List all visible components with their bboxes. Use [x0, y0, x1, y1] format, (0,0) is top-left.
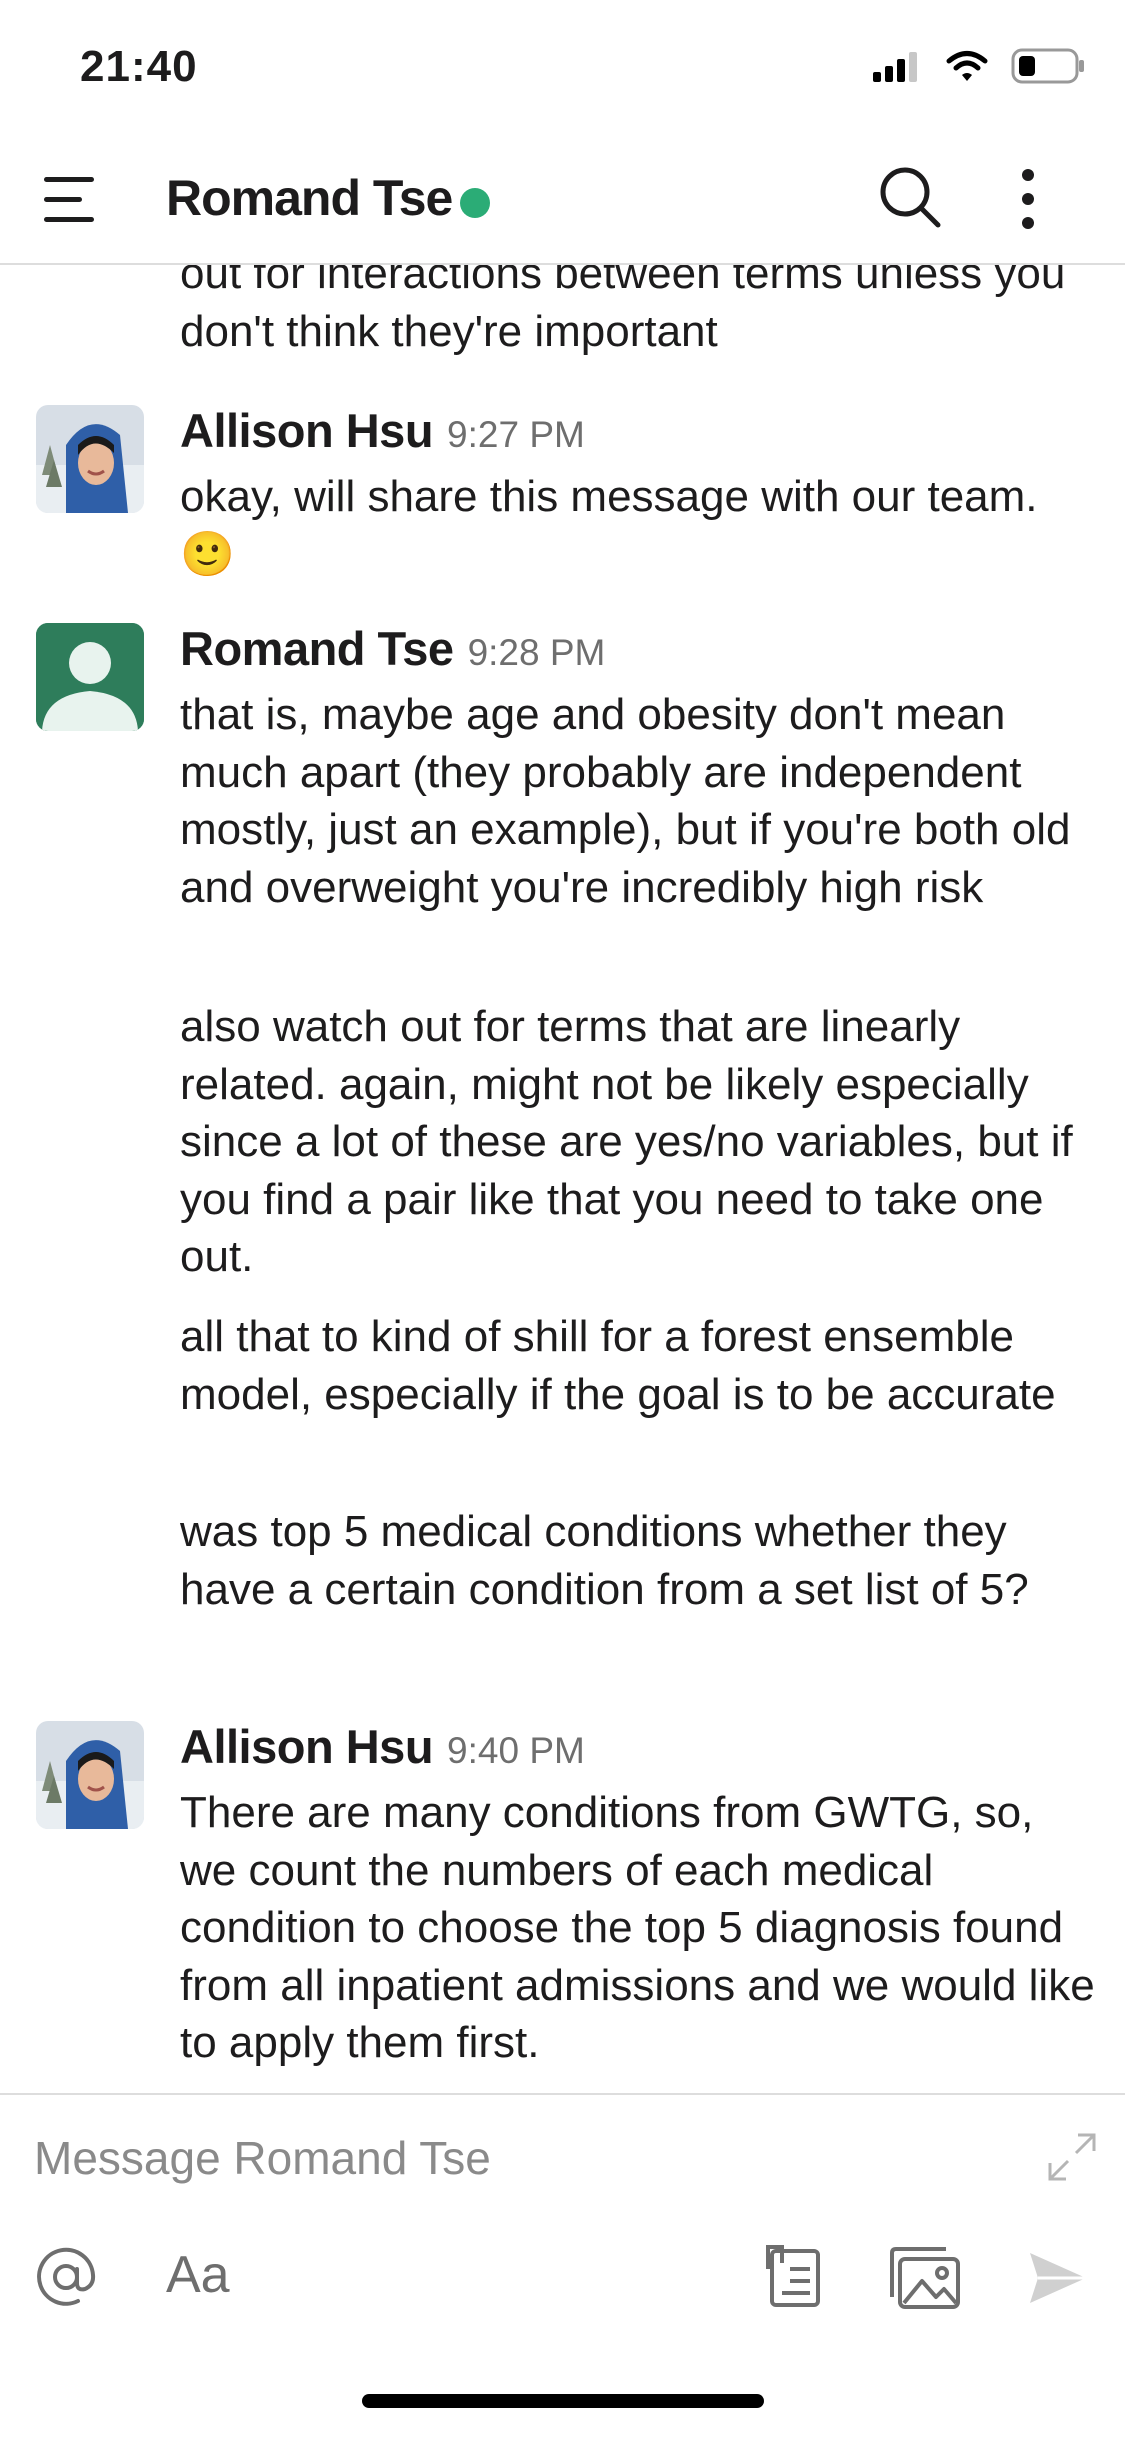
sender-name[interactable]: Allison Hsu: [180, 1720, 434, 1773]
avatar-allison-hsu[interactable]: [36, 1721, 144, 1829]
wifi-icon: [946, 51, 988, 81]
message-header: Allison Hsu 9:40 PM: [180, 1719, 585, 1774]
message-text: also watch out for terms that are linear…: [180, 1002, 1073, 1281]
avatar-romand-tse[interactable]: [36, 623, 144, 731]
photos-icon[interactable]: [888, 2245, 962, 2311]
message-header: Romand Tse 9:28 PM: [180, 621, 605, 676]
home-indicator[interactable]: [362, 2394, 764, 2408]
more-vertical-icon[interactable]: [1010, 169, 1046, 229]
message-composer: Message Romand Tse Aa: [0, 2093, 1125, 2438]
files-icon[interactable]: [764, 2243, 826, 2309]
status-time: 21:40: [80, 42, 198, 91]
sender-name[interactable]: Romand Tse: [180, 622, 454, 675]
avatar-allison-hsu[interactable]: [36, 405, 144, 513]
status-bar: 21:40: [0, 0, 1125, 135]
message-timestamp: 9:27 PM: [447, 414, 585, 455]
message-header: Allison Hsu 9:27 PM: [180, 403, 585, 458]
at-icon[interactable]: [34, 2245, 98, 2309]
sender-name[interactable]: Allison Hsu: [180, 404, 434, 457]
menu-icon[interactable]: [44, 175, 100, 225]
message-list[interactable]: out for interactions between terms unles…: [0, 265, 1125, 2093]
message-text: There are many conditions from GWTG, so,…: [180, 1788, 1095, 2067]
message-timestamp: 9:40 PM: [447, 1730, 585, 1771]
presence-active-icon: [460, 188, 490, 218]
battery-icon: [1011, 48, 1084, 84]
message-text: that is, maybe age and obesity don't mea…: [180, 690, 1071, 912]
format-text-button[interactable]: Aa: [166, 2245, 230, 2305]
message-text: was top 5 medical conditions whether the…: [180, 1507, 1029, 1614]
message-text: okay, will share this message with our t…: [180, 472, 1038, 579]
message-text: all that to kind of shill for a forest e…: [180, 1312, 1056, 1419]
channel-header: Romand Tse: [0, 135, 1125, 265]
expand-icon[interactable]: [1044, 2129, 1100, 2185]
signal-icon: [873, 52, 917, 82]
message-text: out for interactions between terms unles…: [180, 265, 1066, 356]
message-input[interactable]: Message Romand Tse: [34, 2131, 491, 2185]
status-icons: [873, 48, 1085, 84]
search-icon[interactable]: [878, 165, 942, 229]
message-timestamp: 9:28 PM: [467, 632, 606, 673]
conversation-title[interactable]: Romand Tse: [166, 169, 453, 227]
send-icon[interactable]: [1028, 2251, 1088, 2305]
